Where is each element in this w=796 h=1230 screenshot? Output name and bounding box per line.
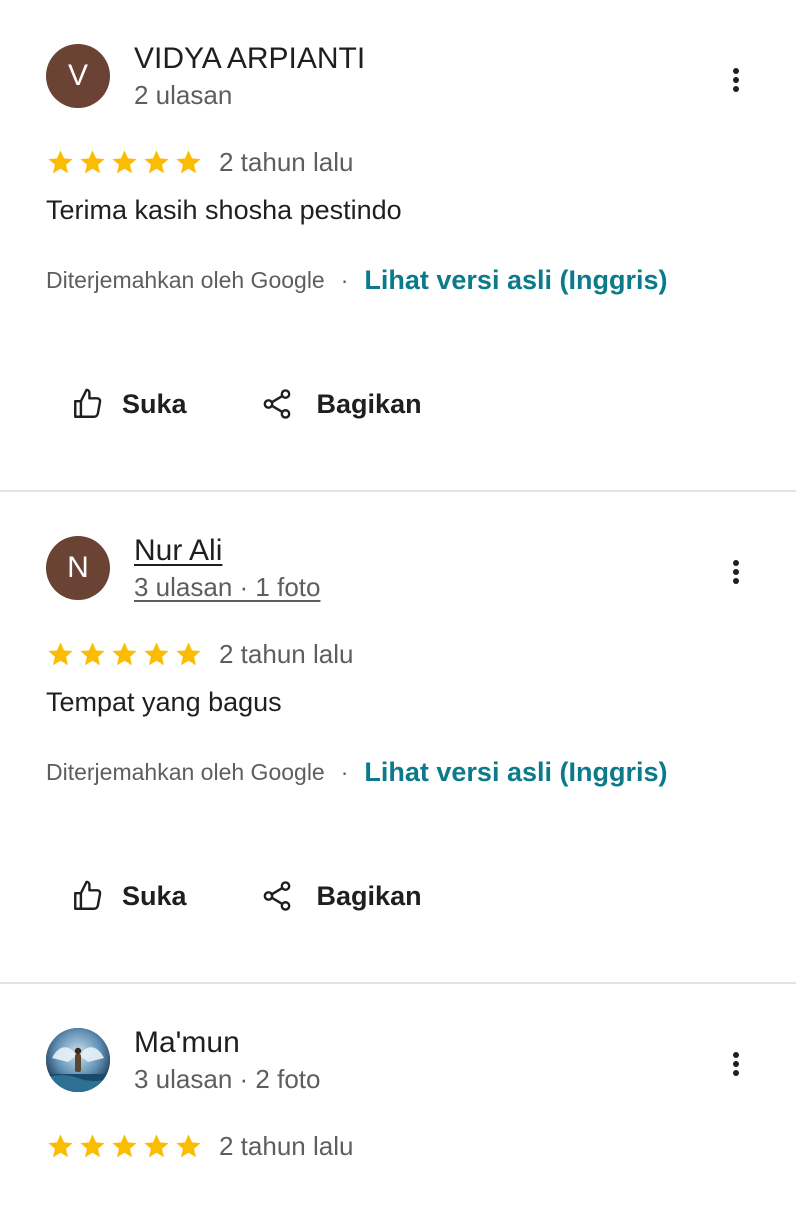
review-date: 2 tahun lalu <box>219 638 354 669</box>
see-original-link[interactable]: Lihat versi asli (Inggris) <box>364 757 667 788</box>
translated-by-label: Diterjemahkan oleh Google <box>46 758 325 785</box>
star-icon <box>48 641 73 665</box>
share-icon <box>259 878 295 914</box>
rating-row: 2 tahun lalu <box>46 1128 353 1164</box>
star-icon <box>112 641 137 665</box>
star-rating <box>46 1132 203 1161</box>
translation-row: Diterjemahkan oleh Google · Lihat versi … <box>46 752 667 792</box>
profile-photo-icon <box>46 1028 110 1092</box>
more-vert-icon <box>733 68 739 74</box>
rating-row: 2 tahun lalu <box>46 636 353 672</box>
review-card: V VIDYA ARPIANTI 2 ulasan 2 tahun lalu T… <box>0 0 796 490</box>
more-options-button[interactable] <box>722 1046 750 1082</box>
more-options-button[interactable] <box>722 554 750 590</box>
thumb-up-icon <box>70 386 106 422</box>
rating-row: 2 tahun lalu <box>46 144 353 180</box>
more-options-button[interactable] <box>722 62 750 98</box>
reviewer-meta[interactable]: 3 ulasan · 2 foto <box>134 1062 320 1096</box>
separator: · <box>340 758 349 785</box>
reviewer-name[interactable]: VIDYA ARPIANTI <box>134 40 365 78</box>
reviewer-name[interactable]: Ma'mun <box>134 1024 240 1062</box>
review-card: N Nur Ali 3 ulasan · 1 foto 2 tahun lalu… <box>0 492 796 982</box>
star-icon <box>112 1133 137 1157</box>
star-icon <box>144 149 169 173</box>
review-card: Ma'mun 3 ulasan · 2 foto 2 tahun lalu <box>0 984 796 1230</box>
star-icon <box>144 1133 169 1157</box>
more-vert-icon <box>733 1052 739 1058</box>
like-label: Suka <box>122 388 187 419</box>
share-icon <box>259 386 295 422</box>
star-icon <box>80 641 105 665</box>
thumb-up-icon <box>70 878 106 914</box>
reviewer-meta[interactable]: 3 ulasan · 1 foto <box>134 570 320 604</box>
share-label: Bagikan <box>316 880 422 911</box>
like-button[interactable]: Suka <box>70 878 187 914</box>
avatar[interactable]: N <box>46 536 110 600</box>
reviewer-name[interactable]: Nur Ali <box>134 532 222 570</box>
reviewer-meta[interactable]: 2 ulasan <box>134 78 232 112</box>
star-icon <box>176 641 201 665</box>
review-actions: Suka Bagikan <box>70 872 422 920</box>
star-icon <box>144 641 169 665</box>
like-label: Suka <box>122 880 187 911</box>
star-icon <box>112 149 137 173</box>
star-rating <box>46 148 203 177</box>
star-icon <box>48 1133 73 1157</box>
star-icon <box>176 149 201 173</box>
avatar[interactable]: V <box>46 44 110 108</box>
star-icon <box>176 1133 201 1157</box>
like-button[interactable]: Suka <box>70 386 187 422</box>
see-original-link[interactable]: Lihat versi asli (Inggris) <box>364 265 667 296</box>
more-vert-icon <box>733 560 739 566</box>
avatar[interactable] <box>46 1028 110 1092</box>
review-actions: Suka Bagikan <box>70 380 422 428</box>
star-icon <box>80 1133 105 1157</box>
review-date: 2 tahun lalu <box>219 1130 354 1161</box>
review-text: Tempat yang bagus <box>46 687 282 717</box>
separator: · <box>340 266 349 293</box>
star-icon <box>48 149 73 173</box>
translation-row: Diterjemahkan oleh Google · Lihat versi … <box>46 260 667 300</box>
share-button[interactable]: Bagikan <box>259 878 422 914</box>
review-date: 2 tahun lalu <box>219 146 354 177</box>
review-text: Terima kasih shosha pestindo <box>46 195 402 225</box>
share-label: Bagikan <box>316 388 422 419</box>
share-button[interactable]: Bagikan <box>259 386 422 422</box>
star-rating <box>46 640 203 669</box>
star-icon <box>80 149 105 173</box>
translated-by-label: Diterjemahkan oleh Google <box>46 266 325 293</box>
